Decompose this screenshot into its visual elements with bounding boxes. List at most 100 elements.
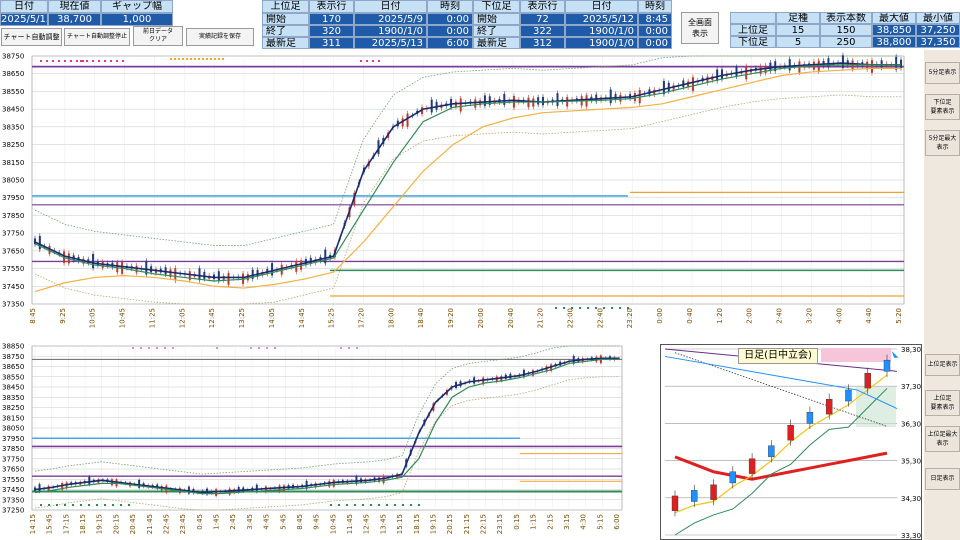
- fullscreen-button[interactable]: 全画面 表示: [681, 12, 719, 44]
- side-btn-upper-show-l1: 上位足表示: [927, 361, 958, 368]
- signal-marker: [56, 504, 58, 506]
- lower-hdr-kind: 下位足: [473, 0, 520, 13]
- signal-marker: [222, 58, 224, 60]
- signal-marker: [579, 307, 581, 309]
- daily-y-label: 35,300: [901, 458, 921, 466]
- y-tick-label: 38850: [2, 343, 24, 351]
- lower-row-end-time: 0:00: [638, 25, 672, 37]
- x-tick-label: 12:45: [363, 514, 371, 534]
- side-btn-lower-elements[interactable]: 下位足 要素表示: [925, 94, 960, 120]
- value-gap: 1,000: [101, 13, 173, 26]
- x-tick-label: 19:20: [447, 308, 455, 328]
- side-btn-5min-show-l1: 5分足表示: [928, 69, 957, 76]
- x-tick-label: 11:25: [148, 308, 156, 328]
- signal-marker: [378, 60, 380, 62]
- signal-marker: [112, 504, 114, 506]
- signal-marker: [40, 504, 42, 506]
- side-btn-upper-show[interactable]: 上位足表示: [925, 354, 960, 376]
- right-row-lower-label: 下位足: [730, 36, 776, 48]
- x-tick-label: 23:20: [626, 308, 634, 328]
- chart-auto-adjust-stop-button[interactable]: チャート自動調整停止: [64, 28, 130, 46]
- signal-marker: [128, 504, 130, 506]
- y-tick-label: 37750: [2, 455, 24, 463]
- value-current-price: 38,700: [48, 13, 101, 26]
- candle-body: [900, 59, 902, 68]
- y-tick-label: 38050: [2, 177, 24, 185]
- daily-chart[interactable]: 38,300 37,300 36,300 35,300 34,300 33,300: [661, 345, 921, 539]
- signal-marker: [120, 504, 122, 506]
- y-tick-label: 37650: [2, 466, 24, 474]
- fullscreen-line2: 表示: [692, 29, 708, 38]
- upper-row-latest-date: 2025/5/13: [354, 37, 427, 49]
- lower-row-start-row: 72: [520, 13, 565, 25]
- lower-row-start-label: 開始: [473, 13, 520, 25]
- signal-marker: [88, 504, 90, 506]
- x-tick-label: 14:05: [268, 308, 276, 328]
- signal-marker: [348, 347, 350, 349]
- signal-marker: [372, 60, 374, 62]
- signal-marker: [356, 347, 358, 349]
- signal-marker: [48, 504, 50, 506]
- y-tick-label: 38550: [2, 373, 24, 381]
- x-tick-label: 18:00: [387, 308, 395, 328]
- daily-y-label: 33,300: [901, 532, 921, 539]
- x-tick-label: 2:45: [229, 514, 237, 530]
- x-tick-label: 0:40: [686, 308, 694, 324]
- side-btn-upper-elements[interactable]: 上位足 要素表示: [925, 390, 960, 416]
- candle-body: [716, 69, 719, 81]
- upper-row-start-row: 170: [309, 13, 354, 25]
- signal-marker: [216, 347, 218, 349]
- clear-previous-data-button[interactable]: 前日データ クリア: [133, 26, 183, 46]
- candle-body: [174, 268, 177, 281]
- x-tick-label: 5:45: [279, 514, 287, 530]
- right-row-upper-kind[interactable]: 15: [776, 24, 820, 36]
- x-tick-label: 4:45: [263, 514, 271, 530]
- side-btn-upper-max[interactable]: 上位足最大 表示: [925, 426, 960, 452]
- x-tick-label: 1:20: [716, 308, 724, 324]
- x-tick-label: 22:00: [567, 308, 575, 328]
- right-row-lower-kind[interactable]: 5: [776, 36, 820, 48]
- signal-marker: [110, 60, 112, 62]
- upper-timeframe-chart[interactable]: 38850 38750 38650 38550 38450 38350 38250 38150…: [0, 342, 658, 540]
- y-tick-label: 38550: [2, 88, 24, 96]
- signal-marker: [611, 307, 613, 309]
- y-tick-label: 37850: [2, 212, 24, 220]
- x-tick-label: 0:15: [513, 514, 521, 530]
- y-tick-label: 38650: [2, 70, 24, 78]
- side-btn-daily-show[interactable]: 日足表示: [925, 468, 960, 490]
- chart-auto-adjust-button[interactable]: チャート自動調整: [1, 28, 62, 46]
- signal-marker: [194, 58, 196, 60]
- signal-marker: [132, 347, 134, 349]
- daily-candle-body: [748, 458, 756, 474]
- daily-y-label: 34,300: [901, 495, 921, 503]
- side-btn-5min-show[interactable]: 5分足表示: [925, 62, 960, 84]
- lower-row-start-date: 2025/5/12: [565, 13, 638, 25]
- daily-candle-body: [806, 412, 814, 424]
- signal-marker: [627, 307, 629, 309]
- signal-marker: [174, 58, 176, 60]
- x-tick-label: 5:20: [895, 308, 903, 324]
- save-record-button[interactable]: 実績記録を保存: [186, 28, 254, 46]
- lower-row-latest-label: 最新足: [473, 37, 520, 49]
- y-tick-label: 38150: [2, 414, 24, 422]
- daily-candle-body: [883, 359, 891, 372]
- upper-row-end-time: 0:00: [427, 25, 473, 37]
- right-row-lower-count[interactable]: 250: [820, 36, 872, 48]
- x-tick-label: 15:25: [328, 308, 336, 328]
- candle-body: [92, 254, 95, 269]
- right-row-upper-max: 38,850: [872, 24, 916, 36]
- right-row-upper-count[interactable]: 150: [820, 24, 872, 36]
- right-hdr-min: 最小値: [916, 12, 960, 24]
- y-tick-label: 37450: [2, 283, 24, 291]
- candle-body: [435, 101, 438, 110]
- x-tick-label: 4:00: [835, 308, 843, 324]
- five-minute-chart[interactable]: 38750 38650 38550 38450 38350 38250 38150 38050…: [0, 52, 922, 342]
- signal-marker: [563, 307, 565, 309]
- signal-marker: [80, 60, 82, 62]
- side-btn-5min-max[interactable]: 5分足最大 表示: [925, 130, 960, 156]
- side-btn-upper-elements-l1: 上位足: [933, 395, 952, 402]
- candle-body: [38, 484, 41, 492]
- candle-body: [691, 77, 694, 91]
- y-tick-label: 37850: [2, 445, 24, 453]
- x-tick-label: 17:20: [357, 308, 365, 328]
